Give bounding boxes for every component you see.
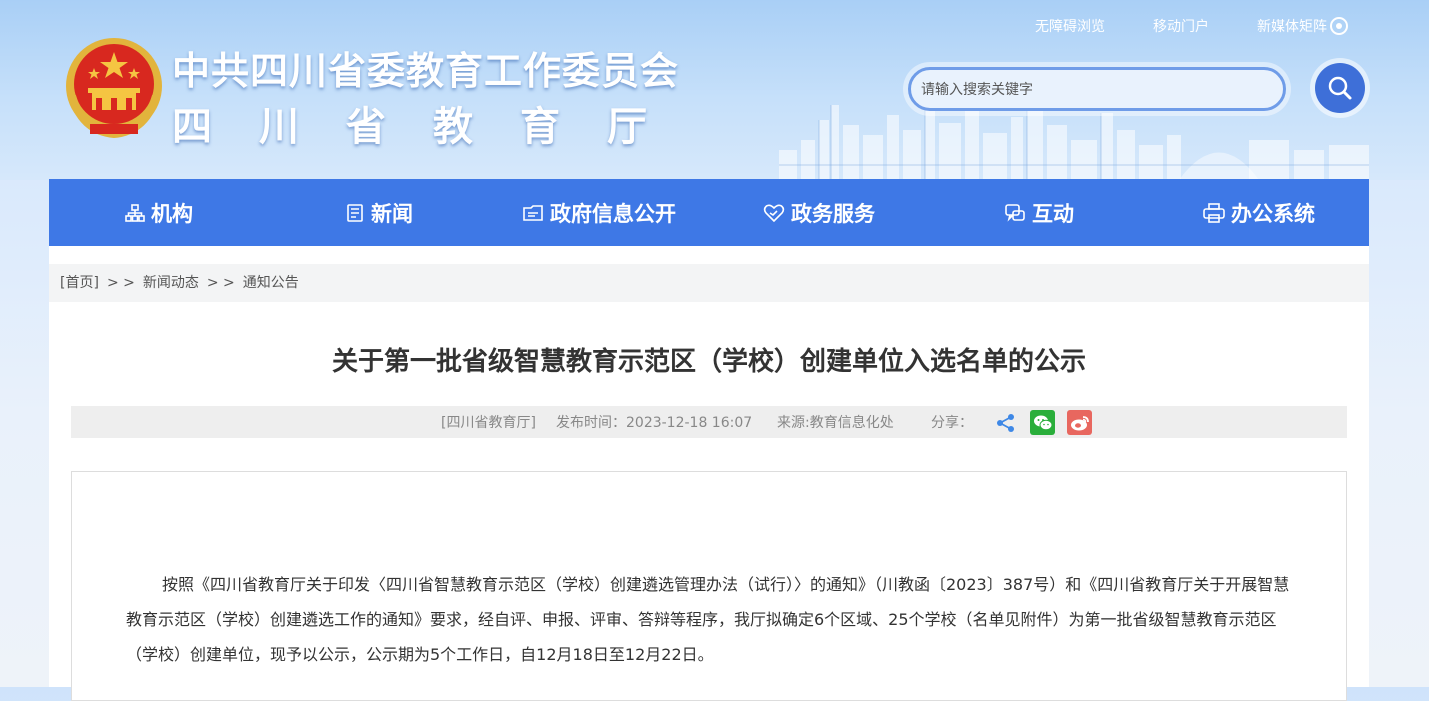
- national-emblem-logo: [66, 38, 162, 139]
- search-button[interactable]: [1315, 63, 1365, 113]
- new-media-matrix-label: 新媒体矩阵: [1257, 19, 1327, 35]
- share-icon: [996, 413, 1014, 432]
- breadcrumb-home[interactable]: [首页]: [60, 275, 99, 291]
- nav-item-office[interactable]: 办公系统: [1149, 198, 1369, 228]
- nav-item-gov-info[interactable]: 政府信息公开: [489, 198, 709, 228]
- breadcrumb-news[interactable]: 新闻动态: [143, 275, 199, 291]
- nav-label: 机构: [151, 201, 193, 226]
- breadcrumb: [首页] > > 新闻动态 > > 通知公告: [49, 264, 1369, 302]
- breadcrumb-separator: > >: [106, 275, 135, 291]
- article-source-org: [四川省教育厅]: [441, 415, 536, 431]
- article-title: 关于第一批省级智慧教育示范区（学校）创建单位入选名单的公示: [331, 347, 1086, 377]
- article-body: 按照《四川省教育厅关于印发〈四川省智慧教育示范区（学校）创建遴选管理办法（试行）…: [71, 471, 1347, 701]
- nav-label: 互动: [1032, 201, 1074, 226]
- mobile-portal-link[interactable]: 移动门户: [1153, 16, 1209, 36]
- nav-item-org[interactable]: 机构: [49, 198, 269, 228]
- search-input[interactable]: [911, 70, 1263, 110]
- search-icon: [1328, 76, 1352, 100]
- article-source: 来源:教育信息化处: [777, 415, 894, 431]
- weibo-share-button[interactable]: [1067, 410, 1092, 435]
- news-icon: [347, 203, 363, 222]
- folder-icon: [523, 204, 543, 221]
- org-subtitle: 四川省教育厅: [172, 104, 694, 150]
- weibo-icon: [1070, 415, 1089, 430]
- nav-label: 办公系统: [1231, 201, 1315, 226]
- breadcrumb-separator: > >: [206, 275, 235, 291]
- nav-item-interact[interactable]: 互动: [929, 198, 1149, 228]
- article-paragraph: 按照《四川省教育厅关于印发〈四川省智慧教育示范区（学校）创建遴选管理办法（试行）…: [126, 575, 1290, 664]
- org-chart-icon: [125, 203, 145, 222]
- share-label: 分享：: [931, 415, 973, 431]
- article-meta-bar: [四川省教育厅] 发布时间：2023-12-18 16:07 来源:教育信息化处…: [71, 406, 1347, 438]
- top-links: 无障碍浏览 移动门户 新媒体矩阵: [1035, 16, 1349, 36]
- article-publish-time: 发布时间：2023-12-18 16:07: [556, 415, 753, 431]
- chat-icon: [1005, 203, 1025, 222]
- content-panel: [首页] > > 新闻动态 > > 通知公告 关于第一批省级智慧教育示范区（学校）创建单…: [49, 246, 1369, 701]
- nav-label: 政务服务: [791, 201, 875, 226]
- nav-item-gov-service[interactable]: 政务服务: [709, 198, 929, 228]
- share-button[interactable]: [993, 410, 1018, 435]
- wechat-icon: [1033, 415, 1052, 430]
- wechat-share-button[interactable]: [1030, 410, 1055, 435]
- accessible-browse-link[interactable]: 无障碍浏览: [1035, 16, 1105, 36]
- media-circle-icon: [1330, 17, 1348, 35]
- site-header: 中共四川省委教育工作委员会 四川省教育厅 无障碍浏览 移动门户 新媒体矩阵: [0, 0, 1429, 180]
- nav-label: 政府信息公开: [550, 201, 676, 226]
- nav-item-news[interactable]: 新闻: [269, 198, 489, 228]
- printer-icon: [1203, 202, 1225, 223]
- main-nav: 机构 新闻 政府信息公开 政务服务 互动 办公系统: [49, 179, 1369, 246]
- org-title: 中共四川省委教育工作委员会: [172, 49, 680, 93]
- nav-label: 新闻: [371, 201, 413, 226]
- new-media-matrix-link[interactable]: 新媒体矩阵: [1257, 16, 1349, 36]
- heart-hand-icon: [763, 204, 785, 222]
- breadcrumb-notice[interactable]: 通知公告: [243, 275, 299, 291]
- search-box: [908, 67, 1286, 111]
